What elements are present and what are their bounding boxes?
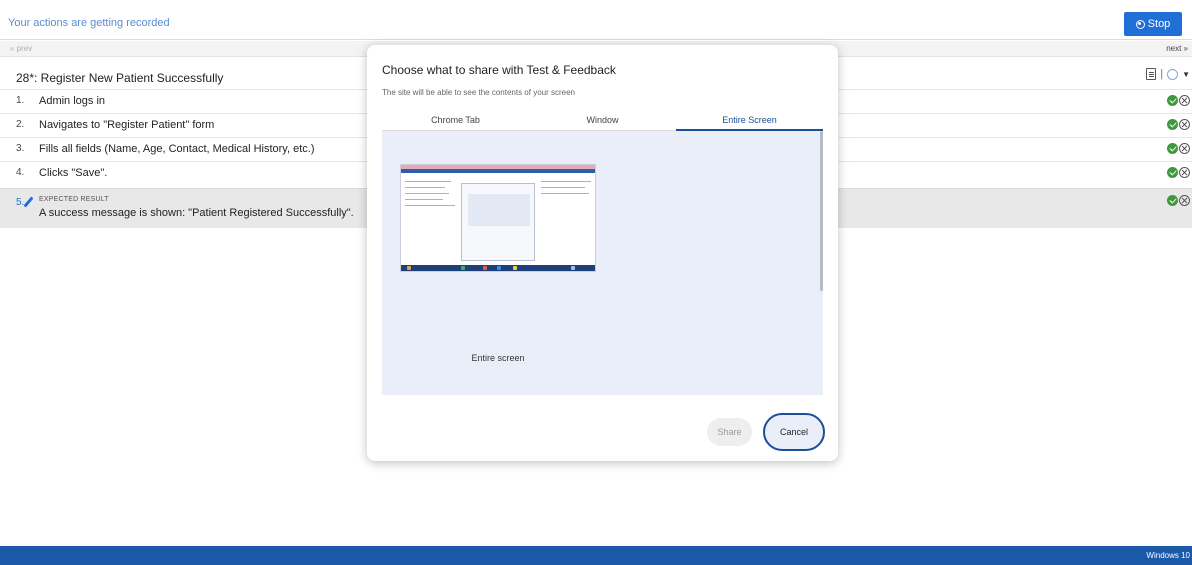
thumb-line	[541, 187, 585, 188]
step-text: Fills all fields (Name, Age, Contact, Me…	[39, 143, 315, 155]
thumb-line	[541, 193, 589, 194]
pencil-icon[interactable]	[23, 196, 34, 208]
stop-button[interactable]: Stop	[1124, 12, 1182, 36]
thumb-line	[405, 187, 445, 188]
tab-entire-screen[interactable]: Entire Screen	[676, 115, 823, 131]
x-circle-icon[interactable]	[1179, 143, 1190, 154]
entire-screen-label: Entire screen	[471, 353, 525, 363]
step-number: 1.	[16, 95, 25, 106]
document-icon[interactable]	[1146, 68, 1157, 80]
x-circle-icon[interactable]	[1179, 195, 1190, 206]
thumb-taskbar-icon	[483, 266, 487, 270]
step-status	[1167, 119, 1190, 130]
thumb-taskbar-icon	[407, 266, 411, 270]
dialog-subtitle: The site will be able to see the content…	[382, 88, 575, 97]
tool-separator: |	[1160, 68, 1164, 80]
recording-status-text: Your actions are getting recorded	[8, 17, 170, 29]
caret-down-icon[interactable]: ▼	[1182, 70, 1190, 79]
step-status	[1167, 95, 1190, 106]
share-tabs: Chrome Tab Window Entire Screen	[382, 111, 823, 131]
step-number: 5.	[16, 197, 25, 208]
check-circle-icon[interactable]	[1167, 143, 1178, 154]
prev-link[interactable]: « prev	[10, 44, 32, 53]
thumb-taskbar-icon	[497, 266, 501, 270]
share-screen-dialog: Choose what to share with Test & Feedbac…	[367, 45, 838, 461]
step-number: 3.	[16, 143, 25, 154]
step-status	[1167, 143, 1190, 154]
tab-window[interactable]: Window	[529, 115, 676, 131]
check-outline-icon[interactable]	[1167, 68, 1179, 80]
x-circle-icon[interactable]	[1179, 95, 1190, 106]
thumb-line	[541, 181, 591, 182]
thumb-dialog	[461, 183, 535, 261]
step-number: 2.	[16, 119, 25, 130]
top-strip	[0, 0, 1192, 8]
step-number: 4.	[16, 167, 25, 178]
record-stop-icon	[1135, 19, 1145, 29]
entire-screen-thumbnail[interactable]	[400, 164, 596, 272]
test-case-title: 28*: Register New Patient Successfully	[16, 71, 224, 85]
thumb-taskbar-icon	[513, 266, 517, 270]
tab-chrome-tab[interactable]: Chrome Tab	[382, 115, 529, 131]
x-circle-icon[interactable]	[1179, 119, 1190, 130]
x-circle-icon[interactable]	[1179, 167, 1190, 178]
thumb-line	[405, 205, 455, 206]
check-circle-icon[interactable]	[1167, 195, 1178, 206]
thumb-line	[405, 193, 449, 194]
step-status	[1167, 167, 1190, 178]
check-circle-icon[interactable]	[1167, 167, 1178, 178]
dialog-title: Choose what to share with Test & Feedbac…	[382, 63, 616, 77]
thumb-dialog-inner	[468, 194, 530, 226]
check-circle-icon[interactable]	[1167, 95, 1178, 106]
share-source-list: Entire screen	[382, 131, 823, 395]
thumb-taskbar-icon	[461, 266, 465, 270]
thumb-toolbar	[401, 169, 595, 173]
scrollbar[interactable]	[820, 131, 823, 291]
step-status	[1167, 195, 1190, 206]
check-circle-icon[interactable]	[1167, 119, 1178, 130]
step-text: Admin logs in	[39, 95, 106, 107]
step-text: Navigates to "Register Patient" form	[39, 119, 215, 131]
status-footer: Windows 10	[0, 546, 1192, 565]
recording-bar: Your actions are getting recorded Stop	[0, 8, 1192, 40]
footer-os-text: Windows 10	[1146, 551, 1190, 560]
expected-result-label: EXPECTED RESULT	[39, 196, 109, 203]
thumb-line	[405, 181, 451, 182]
thumb-line	[405, 199, 443, 200]
cancel-button[interactable]: Cancel	[763, 413, 825, 451]
stop-label: Stop	[1147, 18, 1171, 30]
expected-result-text: A success message is shown: "Patient Reg…	[39, 207, 354, 219]
test-case-tools: | ▼	[1146, 68, 1190, 80]
share-button[interactable]: Share	[707, 418, 752, 446]
thumb-taskbar-icon	[571, 266, 575, 270]
next-link[interactable]: next »	[1166, 44, 1188, 53]
step-text: Clicks "Save".	[39, 167, 108, 179]
